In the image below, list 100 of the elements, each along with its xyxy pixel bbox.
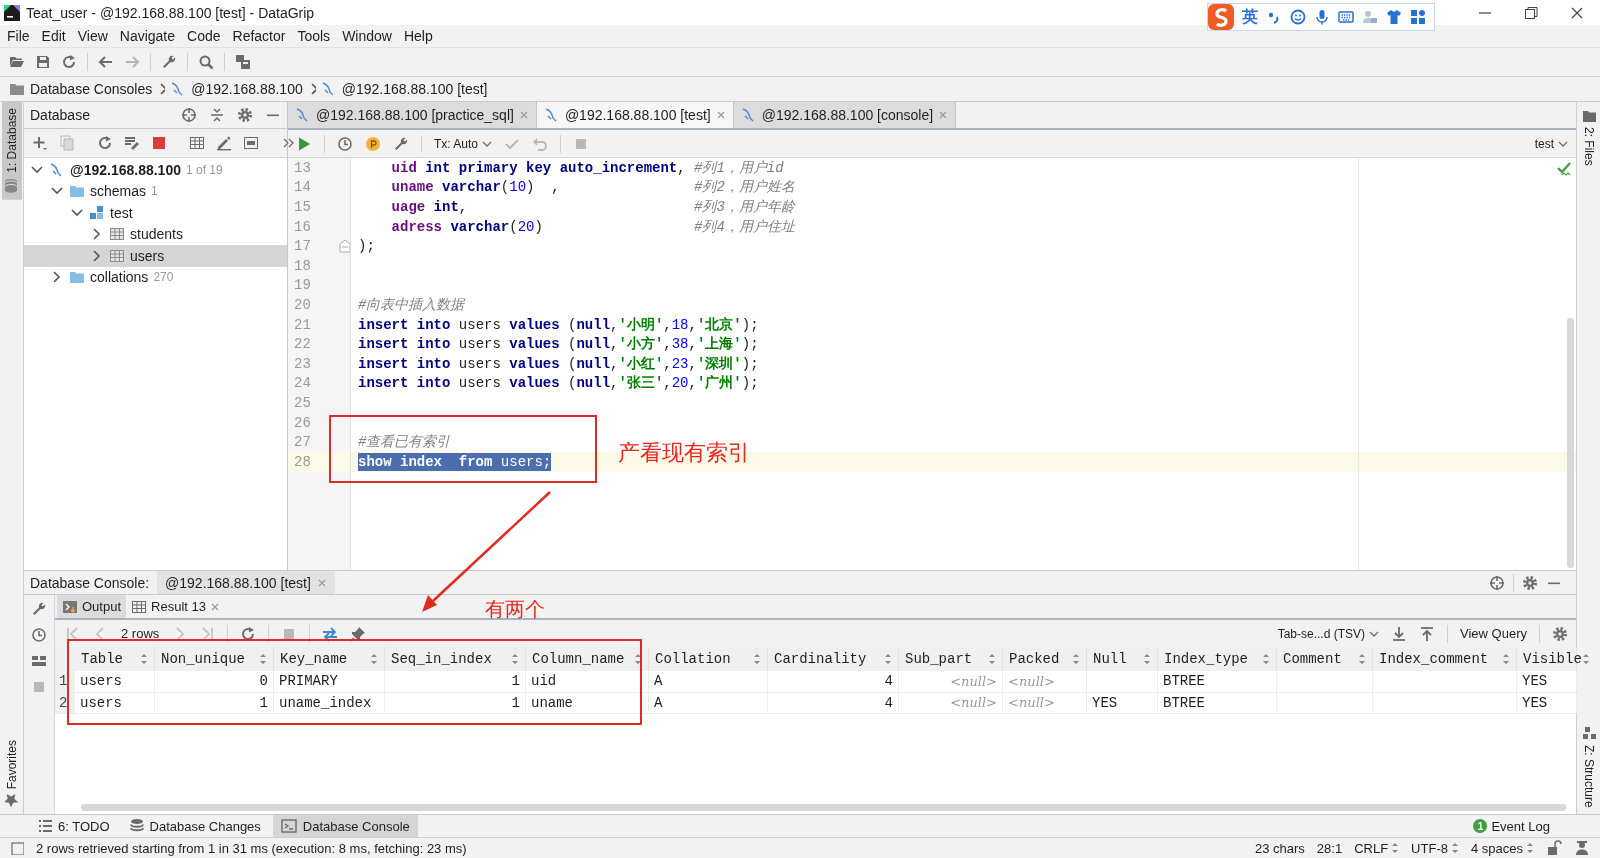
column-header[interactable]: Column_name: [526, 647, 649, 672]
column-header[interactable]: Table: [75, 647, 155, 672]
clock-icon[interactable]: [31, 627, 47, 644]
event-log-button[interactable]: Event Log: [1491, 818, 1550, 834]
column-header[interactable]: Non_unique: [155, 647, 274, 672]
compare-icon[interactable]: [322, 625, 339, 642]
caret-position[interactable]: 28:1: [1316, 840, 1343, 856]
refresh-icon[interactable]: [240, 625, 257, 642]
column-header[interactable]: Packed: [1003, 647, 1087, 672]
menu-item[interactable]: Edit: [36, 28, 71, 44]
tool-window-tab[interactable]: 2: Files: [1578, 102, 1599, 172]
folder-icon[interactable]: [9, 54, 25, 70]
tool-window-tab[interactable]: Database Changes: [121, 815, 269, 837]
settings-icon[interactable]: [1522, 574, 1538, 591]
menu-item[interactable]: View: [72, 28, 113, 44]
first-page-icon[interactable]: [65, 625, 81, 642]
menu-item[interactable]: Refactor: [227, 28, 291, 44]
export-format-dropdown[interactable]: Tab-se...d (TSV): [1277, 626, 1380, 641]
refresh-icon[interactable]: [97, 135, 113, 151]
column-header[interactable]: Seq_in_index: [385, 647, 526, 672]
column-header[interactable]: Key_name: [274, 647, 385, 672]
clock-icon[interactable]: [337, 135, 353, 152]
tree-item[interactable]: test: [24, 202, 287, 224]
menu-item[interactable]: Help: [398, 28, 438, 44]
table-icon[interactable]: [189, 135, 205, 151]
upload-icon[interactable]: [1419, 625, 1436, 642]
scrollbar-thumb[interactable]: [1567, 318, 1574, 568]
download-icon[interactable]: [1391, 625, 1408, 642]
schema-dropdown[interactable]: test: [1534, 136, 1568, 151]
menu-item[interactable]: Tools: [292, 28, 336, 44]
tree-item[interactable]: schemas 1: [24, 180, 287, 202]
collapse-icon[interactable]: [209, 107, 225, 123]
transaction-mode-dropdown[interactable]: Tx: Auto: [434, 136, 493, 151]
folder-icon[interactable]: [9, 81, 25, 97]
smiley-icon[interactable]: [1290, 9, 1306, 25]
tool-window-tab[interactable]: Z: Structure: [1578, 720, 1599, 814]
structure-icon[interactable]: [235, 54, 251, 70]
column-header[interactable]: Index_type: [1158, 647, 1277, 672]
tree-item[interactable]: collations 270: [24, 266, 287, 288]
tree-item[interactable]: users: [24, 245, 287, 267]
keyboard-icon[interactable]: [1338, 9, 1354, 25]
ime-logo-icon[interactable]: [1208, 4, 1234, 30]
stop-icon[interactable]: [151, 135, 167, 151]
row-count[interactable]: 2 rows: [121, 626, 160, 642]
editor-tab[interactable]: @192.168.88.100 [console]: [733, 102, 957, 128]
schema-sync-icon[interactable]: [124, 135, 140, 151]
sync-icon[interactable]: [61, 54, 77, 70]
column-header[interactable]: Comment: [1277, 647, 1373, 672]
scrollbar-thumb[interactable]: [81, 804, 1566, 811]
console-tab[interactable]: @192.168.88.100 [test]: [157, 571, 335, 595]
fold-marker-icon[interactable]: [338, 238, 350, 255]
column-header[interactable]: Null: [1087, 647, 1158, 672]
breadcrumb[interactable]: @192.168.88.100 [test]: [341, 81, 488, 97]
close-icon[interactable]: [209, 601, 220, 612]
indent-setting[interactable]: 4 spaces: [1470, 840, 1523, 856]
breadcrumb[interactable]: @192.168.88.100: [191, 81, 303, 97]
save-icon[interactable]: [35, 54, 51, 70]
column-header[interactable]: Cardinality: [768, 647, 899, 672]
menu-item[interactable]: Code: [182, 28, 226, 44]
column-header[interactable]: Collation: [649, 647, 768, 672]
encoding[interactable]: UTF-8: [1411, 840, 1448, 856]
wrench-icon[interactable]: [393, 135, 409, 152]
console-icon[interactable]: [243, 135, 259, 151]
editor-tab[interactable]: @192.168.88.100 [test]: [536, 102, 734, 128]
run-icon[interactable]: [296, 135, 312, 152]
lock-icon[interactable]: [1546, 840, 1562, 856]
circle-icon[interactable]: [365, 135, 381, 152]
pencil-icon[interactable]: [216, 135, 232, 151]
tree-item[interactable]: students: [24, 223, 287, 245]
menu-item[interactable]: File: [2, 28, 35, 44]
wrench-icon[interactable]: [161, 54, 177, 70]
view-query-button[interactable]: View Query: [1460, 626, 1527, 642]
crosshair-icon[interactable]: [1489, 574, 1505, 591]
close-icon[interactable]: [715, 110, 726, 120]
shirt-icon[interactable]: [1386, 9, 1402, 25]
crosshair-icon[interactable]: [181, 107, 197, 123]
back-arrow-icon[interactable]: [98, 54, 114, 70]
ime-mode[interactable]: 英: [1242, 6, 1258, 28]
tool-window-tab[interactable]: Database Console: [272, 815, 418, 837]
result-tab[interactable]: Output: [57, 595, 127, 619]
tool-window-tab[interactable]: Favorites: [1, 733, 22, 814]
grid-icon[interactable]: [1410, 9, 1426, 25]
tool-window-tab[interactable]: 1: Database: [1, 102, 22, 200]
column-header[interactable]: Index_comment: [1373, 647, 1517, 672]
tool-window-tab[interactable]: 6: TODO: [30, 815, 118, 837]
last-page-icon[interactable]: [199, 625, 216, 642]
settings-icon[interactable]: [1552, 625, 1568, 642]
wrench-icon[interactable]: [31, 601, 47, 618]
column-header[interactable]: Sub_part: [899, 647, 1003, 672]
search-icon[interactable]: [198, 54, 214, 70]
add-icon[interactable]: [32, 135, 48, 151]
microphone-icon[interactable]: [1314, 9, 1330, 25]
line-separator[interactable]: CRLF: [1354, 840, 1389, 856]
editor-tab[interactable]: @192.168.88.100 [practice_sql]: [288, 102, 537, 128]
menu-item[interactable]: Window: [337, 28, 397, 44]
menu-item[interactable]: Navigate: [114, 28, 181, 44]
toggle-icon[interactable]: [10, 841, 24, 855]
settings-icon[interactable]: [237, 107, 253, 123]
breadcrumb[interactable]: Database Consoles: [30, 81, 153, 97]
pin-icon[interactable]: [350, 625, 367, 642]
